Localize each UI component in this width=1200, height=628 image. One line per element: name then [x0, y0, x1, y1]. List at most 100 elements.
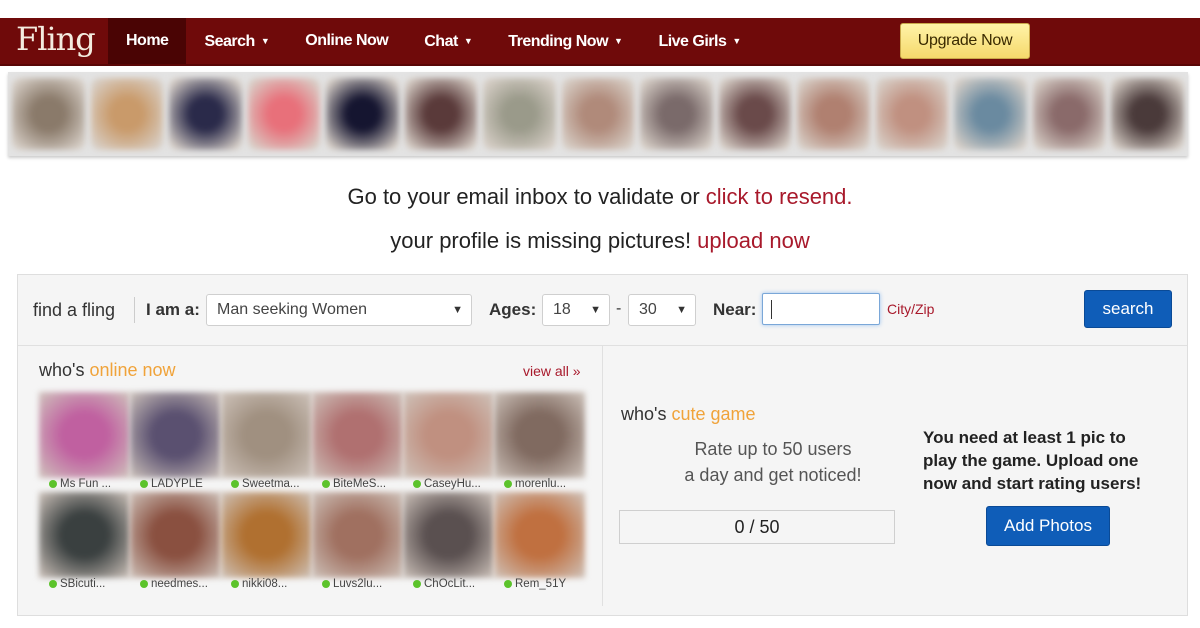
online-status-icon	[140, 580, 148, 588]
seeking-value: Man seeking Women	[217, 301, 367, 318]
online-user-card[interactable]: Ms Fun ...	[39, 392, 130, 492]
nav-label: Search	[204, 33, 255, 50]
online-user-card[interactable]: Sweetma...	[221, 392, 312, 492]
nav-trending-now[interactable]: Trending Now ▼	[490, 18, 640, 64]
user-photo[interactable]	[130, 392, 221, 478]
user-photo[interactable]	[494, 392, 585, 478]
resend-email-link[interactable]: click to resend.	[706, 184, 853, 209]
featured-profile-thumb[interactable]	[1032, 78, 1106, 150]
user-photo[interactable]	[130, 492, 221, 578]
online-user-card[interactable]: needmes...	[130, 492, 221, 592]
featured-profile-thumb[interactable]	[718, 78, 792, 150]
online-user-card[interactable]: Luvs2lu...	[312, 492, 403, 592]
user-photo[interactable]	[221, 492, 312, 578]
age-max-select[interactable]: 30 ▼	[628, 294, 696, 326]
featured-profile-thumb[interactable]	[1111, 78, 1184, 150]
user-name-text: CaseyHu...	[424, 478, 481, 490]
user-photo[interactable]	[494, 492, 585, 578]
user-name-text: Luvs2lu...	[333, 578, 383, 590]
user-name-text: SBicuti...	[60, 578, 106, 590]
user-name[interactable]: Rem_51Y	[504, 578, 566, 590]
featured-profile-thumb[interactable]	[12, 78, 85, 150]
user-photo[interactable]	[403, 492, 494, 578]
featured-profile-thumb[interactable]	[483, 78, 556, 150]
view-all-link[interactable]: view all »	[523, 363, 581, 379]
user-name[interactable]: Sweetma...	[231, 478, 300, 490]
online-user-card[interactable]: CaseyHu...	[403, 392, 494, 492]
user-row: Ms Fun ... LADYPLE Sweetma... BiteMeS... Cas…	[39, 392, 585, 492]
rate-line-2: a day and get noticed!	[684, 465, 862, 485]
featured-profile-thumb[interactable]	[561, 78, 635, 150]
cute-game-section: who's cute game Rate up to 50 users a da…	[603, 346, 1187, 606]
online-user-card[interactable]: SBicuti...	[39, 492, 130, 592]
add-photos-button[interactable]: Add Photos	[986, 506, 1110, 546]
featured-profile-thumb[interactable]	[326, 78, 399, 150]
online-user-card[interactable]: nikki08...	[221, 492, 312, 592]
user-photo[interactable]	[221, 392, 312, 478]
user-name[interactable]: LADYPLE	[140, 478, 203, 490]
nav-online-now[interactable]: Online Now	[287, 18, 406, 64]
top-navbar: Fling Home Search ▼ Online Now Chat ▼ Trending…	[0, 18, 1200, 66]
near-location-input[interactable]	[762, 293, 880, 325]
online-status-icon	[504, 580, 512, 588]
featured-profile-thumb[interactable]	[169, 78, 242, 150]
online-user-card[interactable]: ChOcLit...	[403, 492, 494, 592]
user-name[interactable]: needmes...	[140, 578, 208, 590]
seeking-select[interactable]: Man seeking Women ▼	[206, 294, 472, 326]
online-user-card[interactable]: BiteMeS...	[312, 392, 403, 492]
online-status-icon	[413, 580, 421, 588]
online-status-icon	[322, 480, 330, 488]
fling-logo[interactable]: Fling	[16, 20, 96, 58]
email-validation-notice: Go to your email inbox to validate or cl…	[0, 184, 1200, 210]
i-am-label: I am a:	[146, 300, 200, 319]
title-prefix: who's	[39, 360, 90, 380]
user-photo[interactable]	[403, 392, 494, 478]
caret-down-icon: ▼	[732, 36, 741, 46]
featured-profile-thumb[interactable]	[797, 78, 870, 150]
rating-counter: 0 / 50	[619, 510, 895, 544]
nav-home[interactable]: Home	[108, 18, 187, 64]
caret-down-icon: ▼	[614, 36, 623, 46]
user-name[interactable]: CaseyHu...	[413, 478, 481, 490]
email-notice-text: Go to your email inbox to validate or	[347, 184, 706, 209]
near-label: Near:	[713, 300, 757, 319]
featured-profile-thumb[interactable]	[90, 78, 164, 150]
featured-profile-thumb[interactable]	[404, 78, 478, 150]
featured-profile-thumb[interactable]	[954, 78, 1027, 150]
user-name-text: ChOcLit...	[424, 578, 476, 590]
online-user-card[interactable]: morenlu...	[494, 392, 585, 492]
title-accent: online now	[89, 360, 176, 380]
user-name[interactable]: Luvs2lu...	[322, 578, 382, 590]
user-name-text: Ms Fun ...	[60, 478, 112, 490]
missing-pictures-notice: your profile is missing pictures! upload…	[0, 228, 1200, 254]
online-status-icon	[231, 580, 239, 588]
title-accent: cute game	[671, 404, 756, 424]
upload-now-link[interactable]: upload now	[697, 228, 810, 253]
user-name[interactable]: morenlu...	[504, 478, 566, 490]
upgrade-now-button[interactable]: Upgrade Now	[900, 23, 1030, 59]
age-min-value: 18	[553, 301, 571, 318]
user-photo[interactable]	[39, 492, 130, 578]
featured-profile-thumb[interactable]	[640, 78, 713, 150]
user-name[interactable]: Ms Fun ...	[49, 478, 111, 490]
featured-profile-thumb[interactable]	[247, 78, 321, 150]
user-name[interactable]: BiteMeS...	[322, 478, 386, 490]
user-photo[interactable]	[312, 492, 403, 578]
user-name[interactable]: nikki08...	[231, 578, 287, 590]
online-status-icon	[231, 480, 239, 488]
search-button[interactable]: search	[1084, 290, 1172, 328]
pictures-notice-text: your profile is missing pictures!	[390, 228, 698, 253]
online-status-icon	[49, 480, 57, 488]
nav-search[interactable]: Search ▼	[186, 18, 287, 64]
age-separator: -	[616, 300, 622, 317]
featured-profile-thumb[interactable]	[875, 78, 949, 150]
user-photo[interactable]	[312, 392, 403, 478]
user-photo[interactable]	[39, 392, 130, 478]
online-user-card[interactable]: LADYPLE	[130, 392, 221, 492]
nav-chat[interactable]: Chat ▼	[406, 18, 490, 64]
user-name[interactable]: SBicuti...	[49, 578, 105, 590]
online-user-card[interactable]: Rem_51Y	[494, 492, 585, 592]
user-name[interactable]: ChOcLit...	[413, 578, 475, 590]
age-min-select[interactable]: 18 ▼	[542, 294, 610, 326]
nav-live-girls[interactable]: Live Girls ▼	[640, 18, 758, 64]
